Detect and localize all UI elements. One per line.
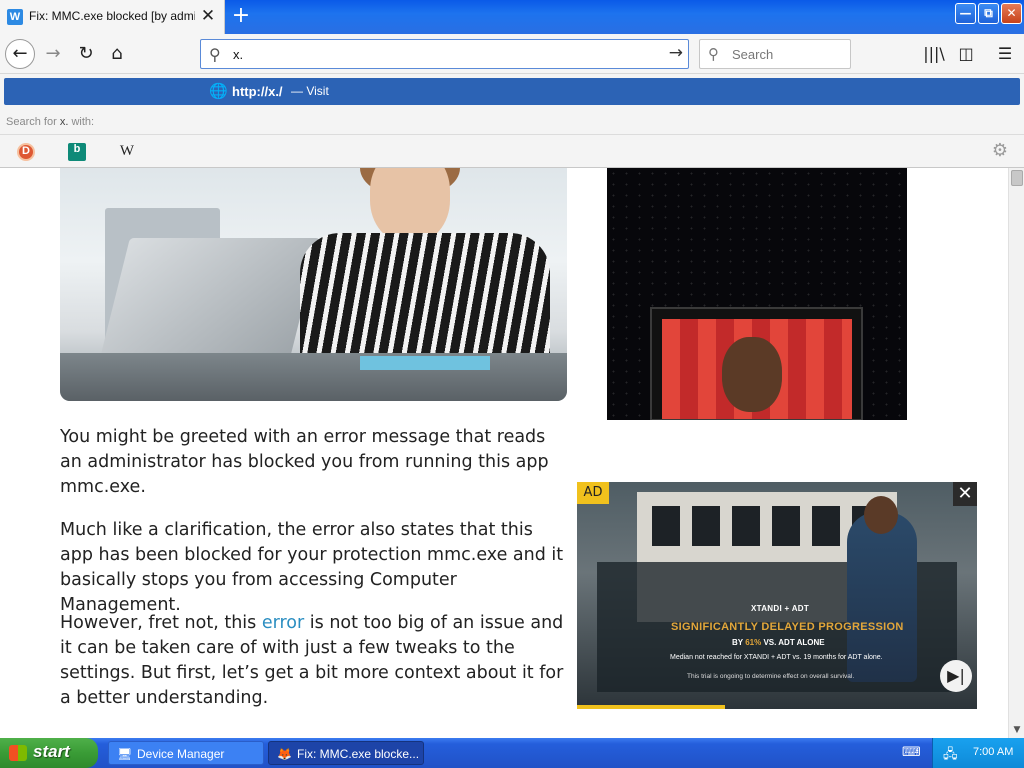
browser-tab[interactable]: W Fix: MMC.exe blocked [by administrator…: [0, 0, 225, 34]
tab-close-icon[interactable]: ✕: [199, 7, 217, 25]
search-placeholder: Search: [732, 47, 774, 62]
system-tray: 🖧 7:00 AM: [932, 738, 1024, 768]
ad-line-3-prefix: BY: [732, 638, 743, 647]
globe-icon: 🌐: [209, 82, 228, 100]
title-bar: W Fix: MMC.exe blocked [by administrator…: [0, 0, 1024, 34]
article-paragraph-1: You might be greeted with an error messa…: [60, 427, 549, 497]
scroll-thumb[interactable]: [1011, 170, 1023, 186]
back-button[interactable]: ←: [5, 39, 35, 69]
keyboard-icon[interactable]: ⌨: [902, 745, 921, 760]
close-window-button[interactable]: ✕: [1001, 3, 1022, 24]
ad-line-3-suffix: VS. ADT ALONE: [763, 638, 825, 647]
clock: 7:00 AM: [973, 746, 1014, 758]
visit-suggestion[interactable]: 🌐 http://x./ — Visit: [4, 78, 1020, 105]
new-tab-button[interactable]: +: [229, 5, 253, 29]
ad-line-1: XTANDI + ADT: [751, 604, 810, 613]
site-favicon-icon: W: [7, 9, 23, 25]
paragraph-3-start: However, fret not, this: [60, 613, 262, 633]
article-paragraph-2: Much like a clarification, the error als…: [60, 520, 564, 615]
search-for-label: Search for x. with:: [6, 116, 94, 128]
minimize-button[interactable]: —: [955, 3, 976, 24]
ad-badge: AD: [577, 482, 609, 504]
ad-line-5: This trial is ongoing to determine effec…: [687, 673, 855, 680]
search-for-prefix: Search for: [6, 116, 57, 128]
ad-line-3: BY 61% VS. ADT ALONE: [732, 638, 825, 647]
suggestion-url: http://x./: [232, 84, 283, 99]
article-hero-image: [60, 168, 567, 401]
next-video-icon[interactable]: ▶|: [940, 660, 972, 692]
taskbar: start 🖥 Device Manager 🦊 Fix: MMC.exe bl…: [0, 738, 1024, 768]
taskbar-item-browser[interactable]: 🦊 Fix: MMC.exe blocke...: [268, 741, 424, 765]
url-suggestion-popup: 🌐 http://x./ — Visit Search for x. with:…: [0, 74, 1024, 168]
gear-icon[interactable]: ⚙: [992, 140, 1008, 161]
search-for-suffix: with:: [71, 116, 95, 128]
search-for-term: x.: [59, 116, 69, 128]
start-label: start: [33, 742, 70, 761]
task-label: Fix: MMC.exe blocke...: [297, 747, 420, 761]
forward-button[interactable]: →: [39, 40, 67, 68]
url-bar[interactable]: ⚲ x. →: [200, 39, 689, 69]
scroll-down-icon[interactable]: ▼: [1009, 722, 1024, 738]
ad-line-3-highlight: 61%: [745, 638, 762, 647]
taskbar-item-device-manager[interactable]: 🖥 Device Manager: [108, 741, 264, 765]
wikipedia-icon[interactable]: W: [118, 143, 136, 161]
ad-line-2: SIGNIFICANTLY DELAYED PROGRESSION: [671, 621, 904, 633]
ad-line-4: Median not reached for XTANDI + ADT vs. …: [670, 654, 883, 661]
page-scrollbar[interactable]: ▲ ▼: [1008, 168, 1024, 738]
web-page: You might be greeted with an error messa…: [0, 168, 1008, 738]
search-icon: ⚲: [209, 45, 221, 64]
suggestion-action: — Visit: [291, 84, 329, 98]
browser-icon: 🦊: [277, 747, 292, 761]
error-link[interactable]: error: [262, 613, 304, 633]
tab-title: Fix: MMC.exe blocked [by administrator]: [29, 9, 195, 23]
restore-button[interactable]: ⧉: [978, 3, 999, 24]
reload-button[interactable]: ↻: [72, 40, 100, 68]
menu-icon[interactable]: ☰: [992, 41, 1018, 67]
video-advertisement[interactable]: AD ✕ XTANDI + ADT SIGNIFICANTLY DELAYED …: [577, 482, 977, 709]
ad-progress-bar: [577, 705, 725, 709]
navigation-toolbar: ← → ↻ ⌂ ⚲ x. → ⚲ Search |||\ ◫ ☰: [0, 34, 1024, 74]
url-input[interactable]: x.: [233, 47, 243, 62]
home-button[interactable]: ⌂: [103, 40, 131, 68]
sidebar-icon[interactable]: ◫: [953, 41, 979, 67]
article-paragraph-3: However, fret not, this error is not too…: [60, 611, 570, 711]
network-icon[interactable]: 🖧: [943, 745, 958, 767]
windows-logo-icon: [9, 745, 27, 761]
search-engine-row: D b W ⚙: [0, 134, 1024, 168]
computer-icon: 🖥: [117, 747, 133, 761]
duckduckgo-icon[interactable]: D: [17, 143, 35, 161]
video-ad-image[interactable]: [607, 168, 907, 420]
search-box[interactable]: ⚲ Search: [699, 39, 851, 69]
library-icon[interactable]: |||\: [921, 41, 947, 67]
start-button[interactable]: start: [0, 738, 98, 768]
go-arrow-icon[interactable]: →: [669, 43, 683, 63]
bing-icon[interactable]: b: [68, 143, 86, 161]
search-icon: ⚲: [708, 45, 719, 63]
close-ad-icon[interactable]: ✕: [953, 482, 977, 506]
task-label: Device Manager: [137, 747, 225, 761]
